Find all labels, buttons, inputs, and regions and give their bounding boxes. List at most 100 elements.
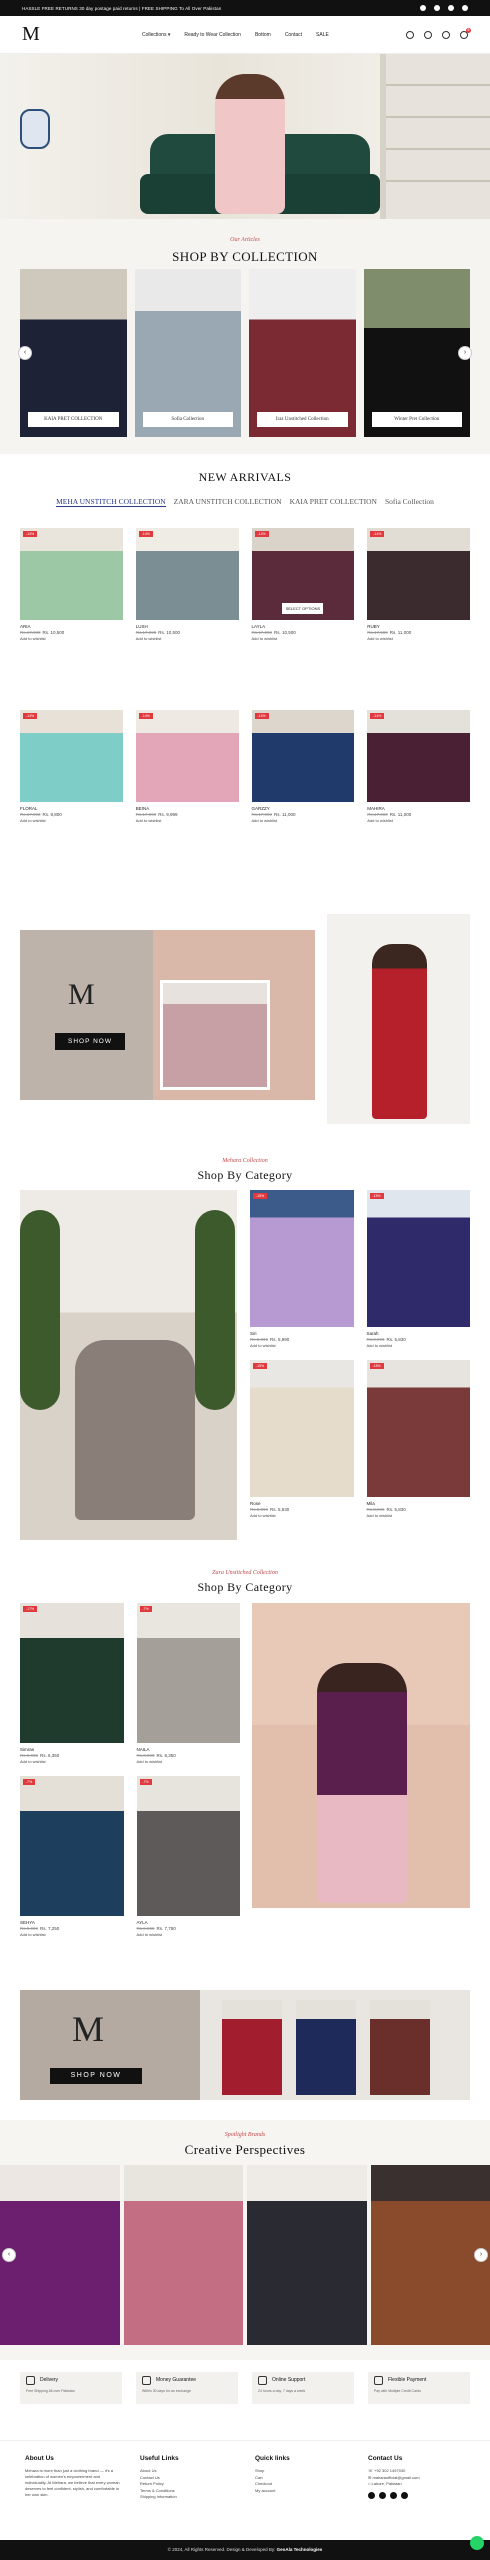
nav-contact[interactable]: Contact [285,32,302,38]
whatsapp-icon[interactable] [470,2536,484,2550]
nav-ready-to-wear[interactable]: Ready to Wear Collection [184,32,241,38]
product-card[interactable]: -14% FLORAL Rs.17,990 Rs. 9,800 Add to wi… [20,710,123,823]
product-name[interactable]: Mila [367,1501,471,1506]
product-image[interactable]: -14% [20,710,123,802]
product-card[interactable]: -14% SELECT OPTIONS LAYLA Rs.17,990 Rs. 10… [251,528,355,641]
collection-card[interactable]: Sofia Collection [134,269,241,437]
carousel-next-button[interactable]: › [458,346,472,360]
add-to-wishlist[interactable]: Add to wishlist [252,818,355,823]
product-image[interactable]: -7% [20,1776,124,1916]
product-image[interactable]: -14% [135,528,239,620]
product-name[interactable]: LUSH [136,624,239,629]
add-to-wishlist[interactable]: Add to wishlist [367,1513,471,1518]
creative-tile[interactable] [247,2165,367,2345]
product-image[interactable]: -15% [366,1360,470,1497]
tab-kaia-pret[interactable]: KAIA PRET COLLECTION [290,497,377,507]
tab-meha-unstitch[interactable]: MEHA UNSTITCH COLLECTION [56,497,166,507]
product-card[interactable]: -14% MAHIRA Rs.17,990 Rs. 11,000 Add to w… [367,710,470,823]
footer-link[interactable]: My account [255,2488,290,2495]
product-name[interactable]: SEHYA [20,1920,124,1925]
add-to-wishlist[interactable]: Add to wishlist [20,636,123,641]
collection-card-label[interactable]: Iraz Unstitched Collection [257,412,348,427]
product-image[interactable]: -7% [136,1776,240,1916]
product-name[interactable]: FLORAL [20,806,123,811]
nav-bottom[interactable]: Bottom [255,32,271,38]
add-to-wishlist[interactable]: Add to wishlist [20,1932,124,1937]
creative-tile[interactable] [0,2165,120,2345]
tiktok-icon[interactable] [390,2491,397,2499]
nav-sale[interactable]: SALE [316,32,329,38]
facebook-icon[interactable] [368,2491,375,2499]
product-image[interactable]: -14% [20,528,123,620]
collection-card-label[interactable]: Sofia Collection [142,412,233,427]
add-to-wishlist[interactable]: Add to wishlist [250,1343,354,1348]
promo-banner-wide[interactable]: M SHOP NOW [20,1990,470,2100]
wishlist-icon[interactable] [442,30,450,39]
product-name[interactable]: Simran [20,1747,124,1752]
creative-tile[interactable] [123,2165,243,2345]
product-card[interactable]: -14% BEINA Rs.17,990 Rs. 9,999 Add to wis… [135,710,239,823]
product-card[interactable]: -14% RUBY Rs.17,990 Rs. 11,000 Add to wis… [367,528,470,641]
carousel-next-button[interactable]: › [474,2248,488,2262]
collection-card-label[interactable]: KAIA PRET COLLECTION [28,412,119,427]
tab-sofia[interactable]: Sofia Collection [385,497,434,507]
product-image[interactable]: -15% [250,1360,354,1497]
collection-card[interactable]: Winter Pret Collection [363,269,470,437]
add-to-wishlist[interactable]: Add to wishlist [20,818,123,823]
product-name[interactable]: Siri [250,1331,354,1336]
collection-card[interactable]: KAIA PRET COLLECTION [20,269,127,437]
product-image[interactable]: -14% [367,710,470,802]
footer-phone[interactable]: +92 302 1497030 [374,2468,405,2473]
product-image[interactable]: -14% [251,710,355,802]
product-name[interactable]: Rose [250,1501,354,1506]
account-icon[interactable] [424,30,432,39]
carousel-prev-button[interactable]: ‹ [2,2248,16,2262]
carousel-prev-button[interactable]: ‹ [18,346,32,360]
developer-link[interactable]: GeoAla Technologies [277,2547,323,2552]
add-to-wishlist[interactable]: Add to wishlist [136,818,239,823]
instagram-icon[interactable] [379,2491,386,2499]
hero-banner[interactable] [0,54,490,219]
product-image[interactable]: -7% [136,1603,240,1743]
product-name[interactable]: LAYLA [252,624,355,629]
shop-now-button[interactable]: SHOP NOW [55,1033,125,1050]
youtube-icon[interactable] [462,5,468,11]
product-name[interactable]: RUBY [367,624,470,629]
tab-zara-unstitch[interactable]: ZARA UNSTITCH COLLECTION [174,497,282,507]
product-card[interactable]: -15% Siri Rs.8,990 Rs. 5,990 Add to wishl… [250,1190,354,1348]
add-to-wishlist[interactable]: Add to wishlist [250,1513,354,1518]
product-name[interactable]: AYLA [137,1920,241,1925]
brand-logo[interactable]: M [22,23,62,46]
add-to-wishlist[interactable]: Add to wishlist [137,1759,241,1764]
product-card[interactable]: -14% GARZZY Rs.17,990 Rs. 11,000 Add to w… [251,710,355,823]
add-to-wishlist[interactable]: Add to wishlist [367,636,470,641]
collection-card[interactable]: Iraz Unstitched Collection [249,269,356,437]
product-card[interactable]: -14% ARIA Rs.17,990 Rs. 10,500 Add to wis… [20,528,123,641]
product-image[interactable]: -15% [250,1190,354,1327]
product-image[interactable]: -14% [135,710,239,802]
instagram-icon[interactable] [434,5,440,11]
product-name[interactable]: MAHIRA [367,806,470,811]
product-name[interactable]: Sarah [367,1331,471,1336]
add-to-wishlist[interactable]: Add to wishlist [137,1932,241,1937]
product-image[interactable]: -14% [367,528,470,620]
product-name[interactable]: ARIA [20,624,123,629]
add-to-wishlist[interactable]: Add to wishlist [136,636,239,641]
product-card[interactable]: -7% AYLA Rs.9,990 Rs. 7,750 Add to wishli… [136,1776,241,1937]
product-name[interactable]: GARZZY [252,806,355,811]
product-name[interactable]: BEINA [136,806,239,811]
creative-tile[interactable] [370,2165,490,2345]
product-image[interactable]: -17% [20,1603,124,1743]
footer-link[interactable]: Shipping Information [140,2494,179,2501]
select-options-button[interactable]: SELECT OPTIONS [282,603,324,614]
category1-feature-image[interactable] [20,1190,237,1540]
product-image[interactable]: -15% [366,1190,470,1327]
product-card[interactable]: -17% Simran Rs.9,990 Rs. 6,350 Add to wis… [20,1603,124,1764]
nav-collections[interactable]: Collections ▾ [142,32,170,38]
cart-icon[interactable]: 0 [460,27,471,39]
youtube-icon[interactable] [401,2491,408,2499]
category2-feature-image[interactable] [252,1603,470,1908]
product-image[interactable]: -14% SELECT OPTIONS [251,528,355,620]
add-to-wishlist[interactable]: Add to wishlist [20,1759,124,1764]
product-card[interactable]: -7% SEHYA Rs.9,990 Rs. 7,250 Add to wishl… [20,1776,124,1937]
